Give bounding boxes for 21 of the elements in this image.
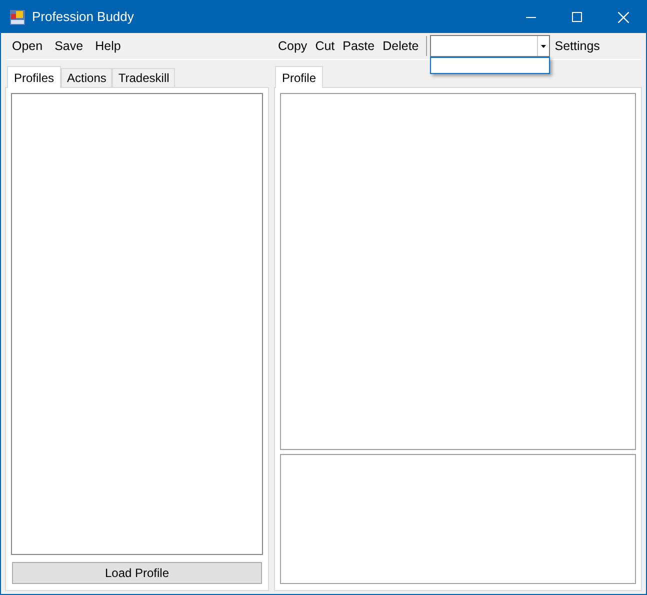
settings-button[interactable]: Settings — [550, 35, 605, 57]
maximize-icon — [572, 12, 582, 22]
properties-panel[interactable] — [280, 454, 636, 584]
tab[interactable]: Profiles — [7, 66, 62, 88]
close-icon — [618, 12, 628, 22]
dropdown-arrow-icon — [540, 44, 546, 48]
load-profile-button[interactable]: Load Profile — [12, 562, 262, 584]
menu-item[interactable]: Help — [89, 35, 127, 57]
dropdown-list[interactable] — [430, 57, 550, 74]
menu-item[interactable]: Open — [6, 35, 49, 57]
toolbar-button[interactable]: Paste — [338, 35, 379, 57]
minimize-icon — [526, 16, 536, 18]
toolbar-button[interactable]: Copy — [274, 35, 312, 57]
tab[interactable]: Profile — [275, 66, 324, 88]
tab[interactable]: Actions — [61, 68, 112, 87]
window-title: Profession Buddy — [32, 8, 134, 26]
app-icon — [10, 10, 25, 24]
toolbar-button[interactable]: Delete — [378, 35, 423, 57]
toolbar-button[interactable]: Cut — [311, 35, 339, 57]
tab[interactable]: Tradeskill — [112, 68, 176, 87]
menu-item[interactable]: Save — [48, 35, 90, 57]
